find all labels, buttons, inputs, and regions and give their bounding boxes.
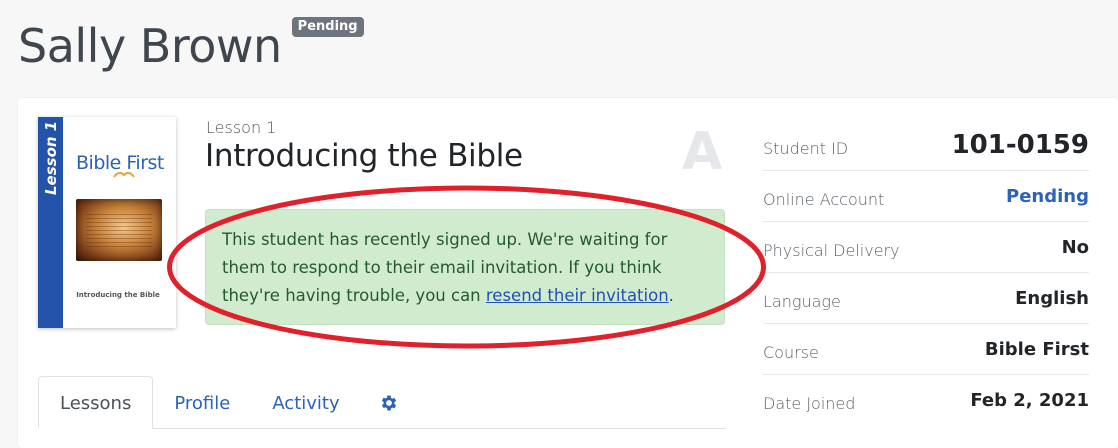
- online-account-link[interactable]: Pending: [1006, 186, 1089, 207]
- detail-label: Online Account: [763, 189, 885, 209]
- language-value: English: [1015, 287, 1089, 309]
- detail-label: Physical Delivery: [763, 240, 900, 260]
- book-logo-icon: [113, 171, 135, 178]
- detail-label: Course: [763, 342, 819, 362]
- student-details: Student ID 101-0159 Online Account Pendi…: [763, 120, 1089, 425]
- grade-letter: A: [682, 122, 723, 182]
- tab-profile[interactable]: Profile: [153, 377, 251, 428]
- book-photo-texture: [86, 213, 152, 247]
- physical-delivery-value: No: [1061, 236, 1089, 258]
- book-subtitle: Introducing the Bible: [76, 291, 160, 299]
- detail-row-physical-delivery: Physical Delivery No: [763, 222, 1089, 273]
- course-value: Bible First: [984, 338, 1089, 360]
- alert-suffix: .: [668, 286, 674, 305]
- detail-row-language: Language English: [763, 273, 1089, 324]
- resend-invitation-link[interactable]: resend their invitation: [486, 286, 669, 305]
- book-spine-label: Lesson 1: [42, 121, 60, 196]
- detail-row-online-account: Online Account Pending: [763, 171, 1089, 222]
- pending-alert: This student has recently signed up. We'…: [205, 209, 725, 325]
- detail-row-student-id: Student ID 101-0159: [763, 120, 1089, 171]
- page-title: Sally Brown: [18, 19, 282, 73]
- lesson-title: Introducing the Bible: [205, 138, 523, 174]
- date-joined-value: Feb 2, 2021: [970, 389, 1089, 411]
- status-badge: Pending: [291, 17, 364, 37]
- student-card: Lesson 1 Bible First Introducing the Bib…: [18, 98, 1118, 448]
- student-tabs: Lessons Profile Activity: [38, 376, 726, 429]
- detail-label: Date Joined: [763, 393, 856, 413]
- tab-settings[interactable]: [361, 377, 417, 428]
- tab-lessons[interactable]: Lessons: [38, 376, 154, 429]
- detail-label: Language: [763, 291, 841, 311]
- book-cover-image: Lesson 1 Bible First Introducing the Bib…: [38, 117, 176, 328]
- page-header: Sally Brown Pending: [18, 8, 364, 84]
- detail-row-course: Course Bible First: [763, 324, 1089, 375]
- lesson-label: Lesson 1: [206, 118, 277, 137]
- detail-row-date-joined: Date Joined Feb 2, 2021: [763, 375, 1089, 425]
- student-id-value: 101-0159: [951, 130, 1089, 160]
- detail-label: Student ID: [763, 138, 849, 158]
- tab-activity[interactable]: Activity: [251, 377, 360, 428]
- gear-icon: [381, 395, 396, 410]
